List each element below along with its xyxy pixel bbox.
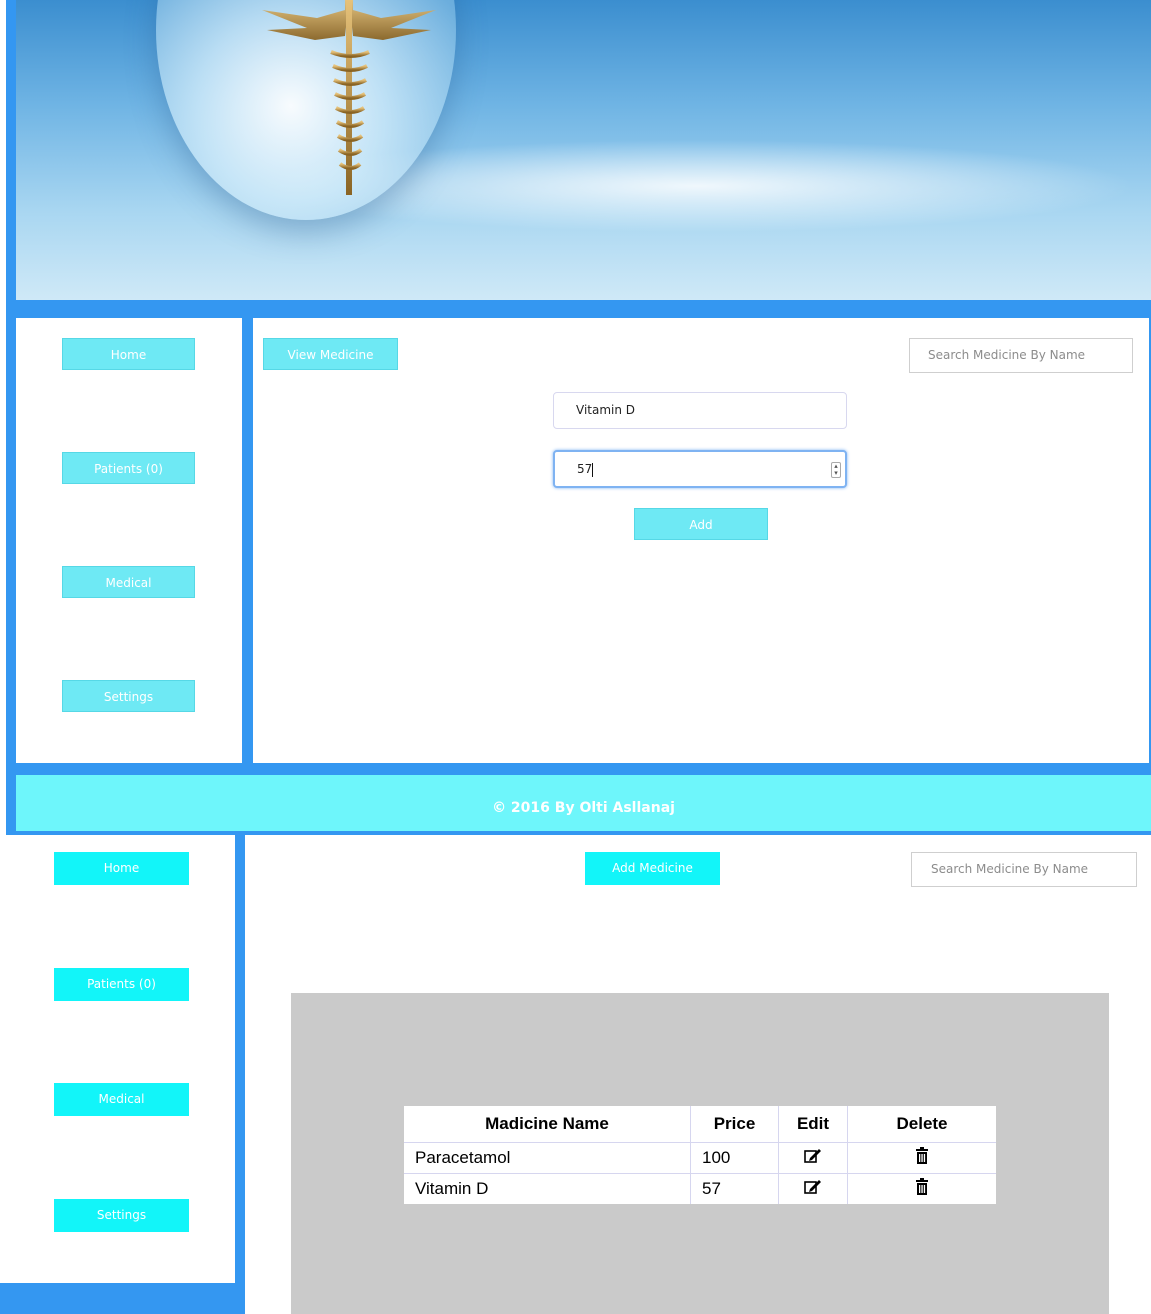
edit-icon[interactable] xyxy=(778,1173,848,1204)
main-content: Add Medicine Search Medicine By Name Mad… xyxy=(245,835,1151,1314)
table-header-row: Madicine Name Price Edit Delete xyxy=(404,1106,996,1143)
medicine-price: 57 xyxy=(690,1173,779,1204)
column-header-delete: Delete xyxy=(847,1106,996,1143)
caduceus-icon xyxy=(262,0,436,195)
view-medicine-view: Home Patients (0) Medical Settings Add M… xyxy=(0,835,1151,1314)
price-value: 57 xyxy=(577,462,593,476)
column-header-edit: Edit xyxy=(778,1106,848,1143)
sidebar-item-home[interactable]: Home xyxy=(62,338,195,370)
sidebar: Home Patients (0) Medical Settings xyxy=(16,318,242,763)
sidebar-item-patients[interactable]: Patients (0) xyxy=(54,968,189,1001)
sidebar-item-home[interactable]: Home xyxy=(54,852,189,885)
view-medicine-button[interactable]: View Medicine xyxy=(263,338,398,370)
header-banner xyxy=(16,0,1151,300)
table-row: Vitamin D 57 xyxy=(404,1173,996,1204)
medicine-price-field[interactable]: 57 ▴ ▾ xyxy=(553,450,847,488)
sidebar-item-settings[interactable]: Settings xyxy=(62,680,195,712)
footer: © 2016 By Olti Asllanaj xyxy=(16,775,1151,831)
search-input[interactable]: Search Medicine By Name xyxy=(909,338,1133,373)
sidebar-item-settings[interactable]: Settings xyxy=(54,1199,189,1232)
medicine-name-field[interactable]: Vitamin D xyxy=(553,392,847,429)
trash-icon[interactable] xyxy=(847,1142,996,1174)
sidebar-item-medical[interactable]: Medical xyxy=(62,566,195,598)
sidebar-item-medical[interactable]: Medical xyxy=(54,1083,189,1116)
number-stepper-icon[interactable]: ▴ ▾ xyxy=(831,462,841,478)
table-row: Paracetamol 100 xyxy=(404,1142,996,1174)
sidebar: Home Patients (0) Medical Settings xyxy=(0,835,235,1283)
column-header-price: Price xyxy=(690,1106,779,1143)
medicine-table: Madicine Name Price Edit Delete Paraceta… xyxy=(404,1106,996,1204)
trash-icon[interactable] xyxy=(847,1173,996,1204)
main-content: View Medicine Search Medicine By Name Vi… xyxy=(253,318,1149,763)
add-medicine-button[interactable]: Add Medicine xyxy=(585,852,720,885)
medicine-name: Vitamin D xyxy=(404,1173,691,1204)
column-header-name: Madicine Name xyxy=(485,1114,609,1133)
sidebar-item-patients[interactable]: Patients (0) xyxy=(62,452,195,484)
add-button[interactable]: Add xyxy=(634,508,768,540)
text-cursor xyxy=(592,462,594,477)
edit-icon[interactable] xyxy=(778,1142,848,1174)
medicine-name: Paracetamol xyxy=(404,1142,691,1174)
add-medicine-view: Home Patients (0) Medical Settings View … xyxy=(0,0,1151,835)
medicine-table-panel: Madicine Name Price Edit Delete Paraceta… xyxy=(291,993,1109,1314)
footer-copyright: © 2016 By Olti Asllanaj xyxy=(492,800,675,816)
medicine-price: 100 xyxy=(690,1142,779,1174)
search-input[interactable]: Search Medicine By Name xyxy=(911,852,1137,887)
